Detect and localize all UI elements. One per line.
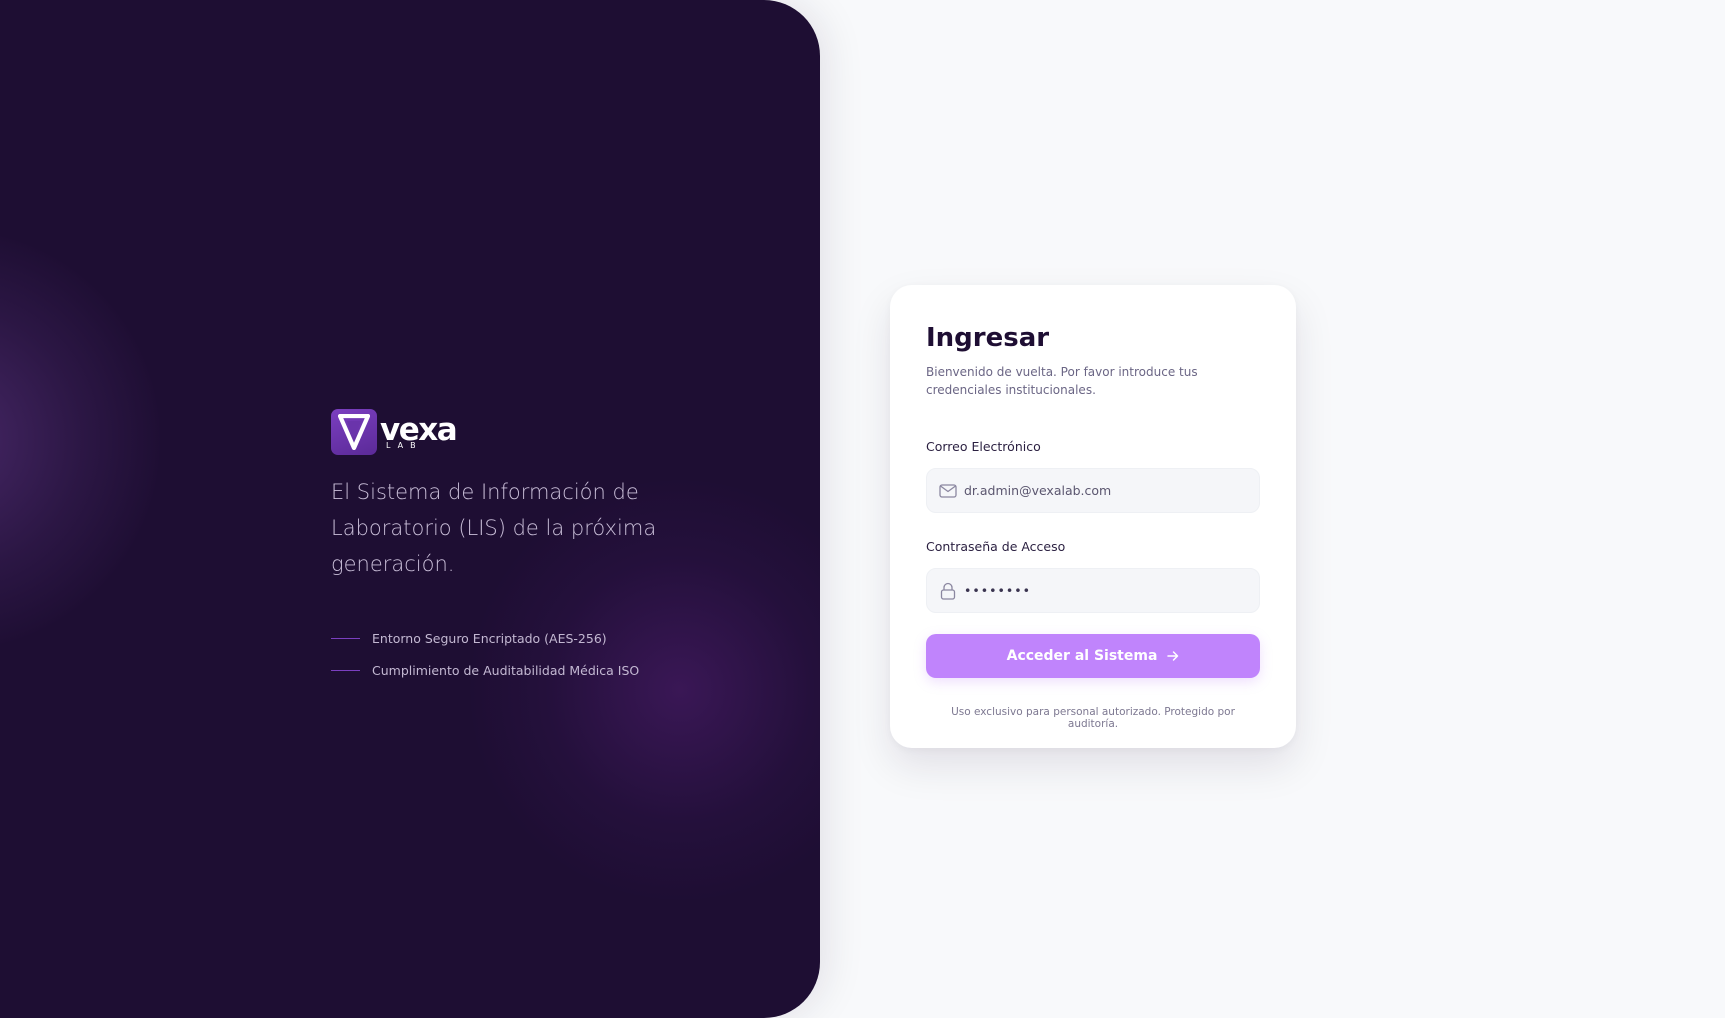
feature-list: Entorno Seguro Encriptado (AES-256) Cump… [331,622,751,686]
arrow-right-icon [1167,650,1179,662]
logo-sub: LAB [386,440,423,450]
mail-icon [939,482,957,500]
feature-text: Entorno Seguro Encriptado (AES-256) [372,630,607,646]
login-title: Ingresar [926,323,1050,353]
feature-item: Entorno Seguro Encriptado (AES-256) [331,622,751,654]
submit-button[interactable]: Acceder al Sistema [926,634,1260,678]
email-input[interactable] [964,483,1244,498]
lock-icon [939,582,957,600]
feature-divider [331,637,360,639]
password-label: Contraseña de Acceso [926,539,1066,554]
submit-button-label: Acceder al Sistema [1006,648,1158,664]
background-glow [0,230,160,650]
logo-v-icon [331,409,377,455]
feature-text: Cumplimiento de Auditabilidad Médica ISO [372,662,640,678]
login-card: Ingresar Bienvenido de vuelta. Por favor… [890,285,1296,748]
email-field[interactable] [926,468,1260,513]
logo-wordmark: vexa LAB [380,409,458,455]
brand-content: vexa LAB El Sistema de Información de La… [331,408,751,702]
password-field[interactable] [926,568,1260,613]
feature-item: Cumplimiento de Auditabilidad Médica ISO [331,654,751,686]
brand-panel: vexa LAB El Sistema de Información de La… [0,0,820,1018]
feature-divider [331,669,360,671]
brand-tagline: El Sistema de Información de Laboratorio… [331,480,657,576]
password-input[interactable] [964,583,1244,598]
login-subtitle: Bienvenido de vuelta. Por favor introduc… [926,365,1198,397]
logo: vexa LAB [331,408,751,456]
email-label: Correo Electrónico [926,439,1041,454]
security-footnote: Uso exclusivo para personal autorizado. … [951,706,1235,730]
